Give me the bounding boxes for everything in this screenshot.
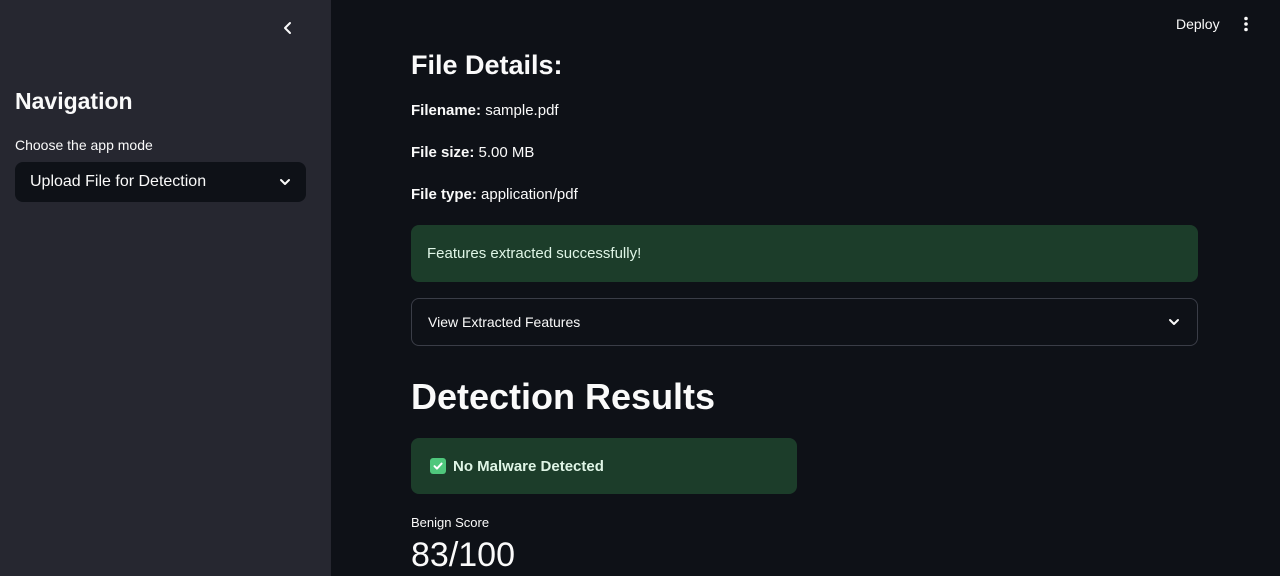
- chevron-down-icon: [280, 179, 290, 185]
- filename-label: Filename:: [411, 102, 482, 119]
- chevron-down-icon: [1169, 319, 1179, 325]
- filename-row: Filename: sample.pdf: [411, 102, 559, 119]
- deploy-button[interactable]: Deploy: [1166, 12, 1230, 36]
- chevron-left-icon: [284, 22, 291, 34]
- collapse-sidebar-button[interactable]: [276, 16, 300, 40]
- benign-score-label: Benign Score: [411, 515, 490, 530]
- verdict-text: No Malware Detected: [453, 457, 604, 475]
- main-menu-button[interactable]: [1234, 12, 1258, 36]
- filename-value: sample.pdf: [485, 102, 559, 119]
- success-message: Features extracted successfully!: [427, 245, 642, 262]
- sidebar: Navigation Choose the app mode Upload Fi…: [0, 0, 331, 576]
- kebab-menu-icon: [1244, 16, 1248, 32]
- file-size-row: File size: 5.00 MB: [411, 144, 534, 161]
- detection-results-heading: Detection Results: [411, 376, 716, 417]
- file-type-row: File type: application/pdf: [411, 186, 578, 203]
- sidebar-title: Navigation: [15, 88, 133, 114]
- file-details-heading: File Details:: [411, 50, 563, 80]
- file-size-value: 5.00 MB: [478, 144, 535, 161]
- success-alert: Features extracted successfully!: [411, 225, 1198, 282]
- app-root: Navigation Choose the app mode Upload Fi…: [0, 0, 1280, 576]
- file-type-label: File type:: [411, 186, 477, 203]
- file-type-value: application/pdf: [481, 186, 578, 203]
- expander-label: View Extracted Features: [428, 314, 581, 330]
- extracted-features-expander[interactable]: View Extracted Features: [411, 298, 1198, 346]
- file-size-label: File size:: [411, 144, 475, 161]
- check-mark-icon: [430, 458, 446, 474]
- app-mode-select[interactable]: Upload File for Detection: [15, 162, 306, 202]
- benign-score-value: 83/100: [411, 536, 515, 574]
- app-mode-value: Upload File for Detection: [30, 173, 207, 190]
- verdict-alert: No Malware Detected: [411, 438, 797, 494]
- app-mode-label: Choose the app mode: [15, 137, 153, 153]
